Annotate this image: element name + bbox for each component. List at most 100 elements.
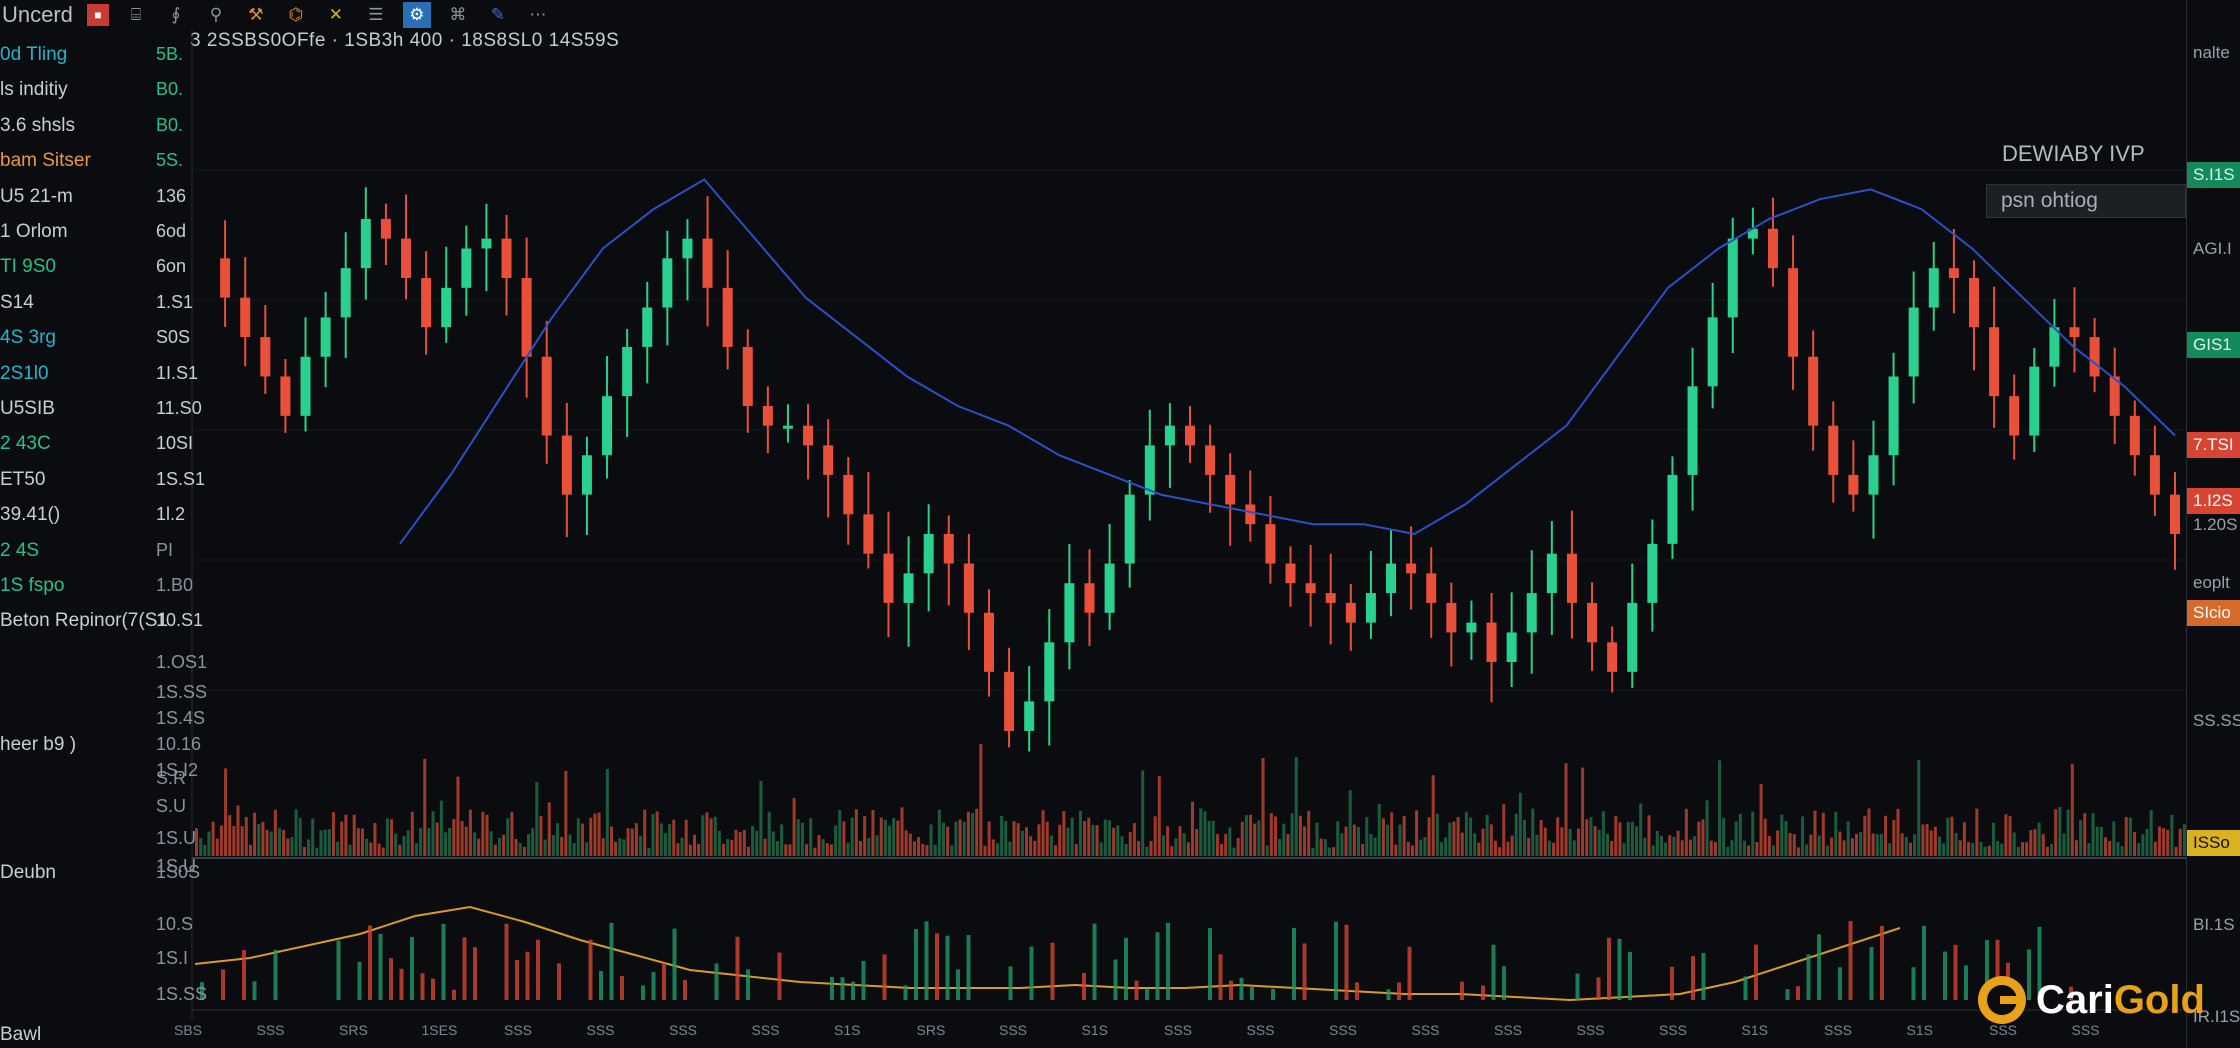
- volume-bar: [315, 847, 319, 856]
- watchlist-item-label[interactable]: 2 43C: [0, 433, 51, 455]
- price-scale-tag[interactable]: SIcio: [2187, 600, 2240, 626]
- volume-bar: [1589, 817, 1593, 856]
- watchlist-item-label[interactable]: 0d Tling: [0, 44, 67, 66]
- watchlist-item-label[interactable]: ET50: [0, 469, 45, 491]
- watchlist-item-label[interactable]: ls inditiy: [0, 79, 68, 101]
- watchlist-item-label[interactable]: bam Sitser: [0, 150, 91, 172]
- volume-bar: [481, 811, 485, 856]
- price-scale-tag[interactable]: S.I1S: [2187, 162, 2240, 188]
- volume-bar: [1991, 822, 1995, 856]
- volume-bar: [302, 847, 306, 856]
- oscillator-bar: [1806, 954, 1811, 1000]
- volume-bar: [1635, 826, 1639, 856]
- volume-bar: [1726, 846, 1730, 856]
- volume-bar: [1668, 835, 1672, 856]
- volume-bar: [1149, 840, 1153, 856]
- watchlist-item-label[interactable]: Beton Repinor(7(S1: [0, 610, 168, 632]
- volume-bar: [1249, 814, 1253, 856]
- volume-bar: [444, 832, 447, 856]
- candle-body: [1727, 238, 1738, 318]
- volume-bar: [1199, 808, 1203, 856]
- watchlist-item-label[interactable]: 2S1l0: [0, 363, 49, 385]
- watchlist-item-label[interactable]: U5SIB: [0, 398, 55, 420]
- volume-bar: [1850, 838, 1854, 856]
- volume-bar: [1448, 822, 1452, 856]
- watchlist-item-label[interactable]: U5 21-m: [0, 186, 73, 208]
- oscillator-bar: [1943, 951, 1947, 1000]
- price-scale[interactable]: nalte S.I1S AGI.I GIS1 7.TSI 1.I2S 1.20S eoplt S…: [2186, 0, 2240, 1048]
- price-scale-tag[interactable]: AGI.I: [2187, 236, 2240, 262]
- watchlist-item-label[interactable]: TI 9S0: [0, 256, 56, 278]
- volume-bar: [1933, 826, 1937, 856]
- volume-bar: [1900, 833, 1904, 856]
- time-tick-label: SSS: [1164, 1022, 1193, 1038]
- volume-axis-label: 1S.U: [156, 828, 197, 848]
- watchlist-item-label[interactable]: S14: [0, 292, 34, 314]
- indicator-box[interactable]: psn ohtiog: [1986, 184, 2186, 218]
- watchlist-item-label[interactable]: 3.6 shsls: [0, 115, 75, 137]
- volume-bar: [896, 820, 900, 856]
- volume-bar: [713, 816, 717, 856]
- watchlist-item-label[interactable]: 4S 3rg: [0, 327, 56, 349]
- volume-bar: [448, 827, 452, 856]
- indicator-widget[interactable]: DEWIABY IVP psn ohtiog: [1986, 134, 2186, 218]
- volume-bar: [1327, 847, 1331, 856]
- oscillator-bar: [1397, 982, 1401, 1000]
- time-scale[interactable]: SBS SSS SRS 1SES SSS SSS SSS SSS S1S SRS SSS S1S SSS…: [154, 1020, 2186, 1048]
- volume-bar: [639, 835, 643, 856]
- oscillator-bar: [536, 939, 540, 1000]
- volume-bar: [1112, 827, 1116, 856]
- volume-bar: [273, 809, 277, 856]
- volume-bar: [1423, 837, 1427, 856]
- volume-bar: [1240, 821, 1244, 856]
- oscillator-bar: [1607, 937, 1611, 1000]
- volume-bar: [668, 824, 672, 856]
- volume-bar: [1958, 840, 1962, 856]
- volume-bar: [348, 844, 352, 856]
- volume-bar: [510, 811, 514, 856]
- volume-bar: [1215, 834, 1219, 856]
- watchlist-item-label[interactable]: 1S fspo: [0, 575, 64, 597]
- volume-bar: [1610, 841, 1614, 856]
- volume-bar: [854, 809, 858, 856]
- oscillator-bar: [1754, 944, 1758, 1000]
- volume-bar: [634, 823, 638, 856]
- volume-bar: [427, 828, 431, 856]
- volume-bar: [286, 838, 290, 856]
- price-scale-tag[interactable]: SS.SS: [2187, 708, 2240, 734]
- volume-bar: [2074, 840, 2078, 856]
- oscillator-bar: [1407, 946, 1412, 1000]
- volume-bar: [1888, 843, 1892, 856]
- volume-bar: [1402, 815, 1406, 856]
- price-scale-tag[interactable]: eoplt: [2187, 570, 2240, 596]
- volume-bar: [908, 833, 912, 856]
- volume-bar: [219, 825, 223, 856]
- volume-bar: [377, 843, 381, 856]
- watchlist-item-label[interactable]: 2 4S: [0, 540, 39, 562]
- price-scale-tag[interactable]: 7.TSI: [2187, 432, 2240, 458]
- oscillator-bar: [452, 989, 456, 1000]
- volume-bar: [1153, 816, 1157, 856]
- volume-bar: [655, 811, 659, 856]
- price-scale-tag[interactable]: 1.20S: [2187, 512, 2240, 538]
- price-scale-tag[interactable]: BI.1S: [2187, 912, 2240, 938]
- volume-bar: [294, 809, 298, 856]
- candle-body: [360, 218, 371, 269]
- price-scale-tag[interactable]: GIS1: [2187, 332, 2240, 358]
- watchlist-item-label[interactable]: 39.41(): [0, 504, 60, 526]
- price-scale-tag[interactable]: nalte: [2187, 40, 2240, 66]
- watchlist-item-label[interactable]: 1 Orlom: [0, 221, 68, 243]
- time-tick-label: SSS: [751, 1022, 780, 1038]
- volume-bar: [1419, 839, 1423, 856]
- watchlist-item-value: 10SI: [156, 433, 194, 454]
- volume-bar: [282, 829, 286, 856]
- price-scale-tag[interactable]: ISSo: [2187, 830, 2240, 856]
- price-scale-tag[interactable]: 1.I2S: [2187, 488, 2240, 514]
- volume-bar: [1713, 842, 1717, 856]
- price-chart[interactable]: [0, 0, 2240, 1048]
- volume-bar: [1564, 763, 1568, 856]
- volume-bar: [676, 843, 680, 856]
- volume-bar: [614, 841, 618, 856]
- candle-body: [903, 573, 914, 603]
- volume-bar: [352, 814, 356, 856]
